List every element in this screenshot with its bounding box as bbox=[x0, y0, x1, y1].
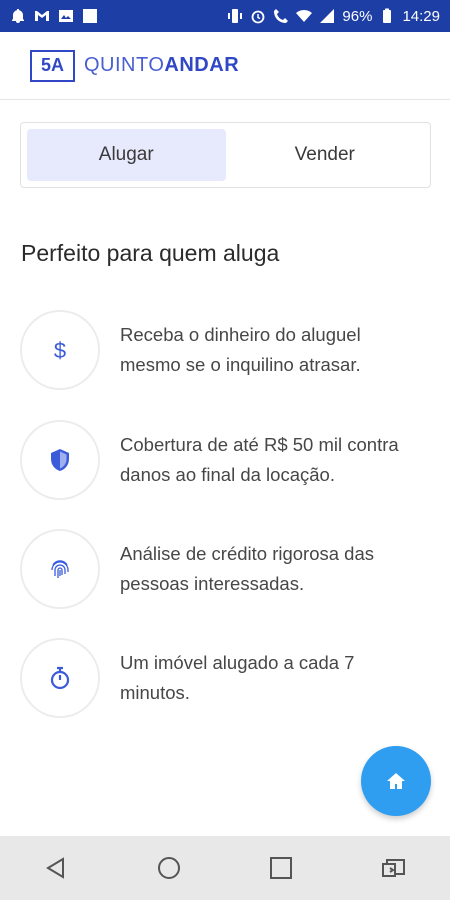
brand-logo[interactable]: QUINTOANDAR bbox=[84, 54, 239, 77]
square-icon bbox=[82, 8, 98, 24]
vibrate-icon bbox=[227, 8, 243, 24]
switch-app-button[interactable] bbox=[374, 848, 414, 888]
tab-vender[interactable]: Vender bbox=[226, 129, 425, 181]
android-nav-bar bbox=[0, 836, 450, 900]
stopwatch-icon bbox=[20, 638, 100, 718]
switch-app-icon bbox=[381, 859, 405, 877]
bell-icon bbox=[10, 8, 26, 24]
signal-icon bbox=[319, 8, 335, 24]
system-status: 96% 14:29 bbox=[227, 8, 440, 25]
brand-name-bold: ANDAR bbox=[164, 54, 240, 76]
benefit-text: Receba o dinheiro do aluguel mesmo se o … bbox=[120, 324, 361, 375]
status-bar: 96% 14:29 bbox=[0, 0, 450, 32]
benefit-text: Cobertura de até R$ 50 mil contra danos … bbox=[120, 434, 399, 485]
app-header: 5A QUINTOANDAR bbox=[0, 32, 450, 100]
home-button[interactable] bbox=[149, 848, 189, 888]
wifi-call-icon bbox=[273, 8, 289, 24]
fingerprint-icon bbox=[20, 529, 100, 609]
home-icon bbox=[385, 770, 407, 792]
back-button[interactable] bbox=[36, 848, 76, 888]
recents-button[interactable] bbox=[261, 848, 301, 888]
battery-icon bbox=[379, 8, 395, 24]
recents-icon bbox=[270, 857, 293, 879]
back-icon bbox=[46, 857, 65, 879]
dollar-icon: $ bbox=[20, 310, 100, 390]
notification-icons bbox=[10, 8, 98, 24]
tab-alugar[interactable]: Alugar bbox=[27, 129, 226, 181]
benefit-item: Cobertura de até R$ 50 mil contra danos … bbox=[20, 420, 430, 500]
benefit-item: Um imóvel alugado a cada 7 minutos. bbox=[20, 638, 430, 718]
mode-switcher: Alugar Vender bbox=[20, 122, 431, 188]
svg-text:$: $ bbox=[54, 338, 66, 363]
logo-mark-text: 5A bbox=[40, 55, 64, 75]
alarm-icon bbox=[250, 8, 266, 24]
benefit-item: $ Receba o dinheiro do aluguel mesmo se … bbox=[20, 310, 430, 390]
wifi-icon bbox=[296, 8, 313, 24]
home-fab-button[interactable] bbox=[361, 746, 431, 816]
circle-home-icon bbox=[157, 857, 180, 879]
shield-icon bbox=[20, 420, 100, 500]
benefit-text: Um imóvel alugado a cada 7 minutos. bbox=[120, 652, 355, 703]
battery-percent: 96% bbox=[342, 7, 373, 25]
section-title: Perfeito para quem aluga bbox=[21, 240, 280, 266]
benefit-text: Análise de crédito rigorosa das pessoas … bbox=[120, 543, 375, 594]
benefit-item: Análise de crédito rigorosa das pessoas … bbox=[20, 529, 430, 609]
logo-mark[interactable]: 5A bbox=[30, 49, 75, 82]
clock: 14:29 bbox=[402, 7, 440, 25]
brand-name-thin: QUINTO bbox=[84, 54, 165, 76]
gmail-icon bbox=[34, 8, 50, 24]
image-icon bbox=[58, 8, 74, 24]
